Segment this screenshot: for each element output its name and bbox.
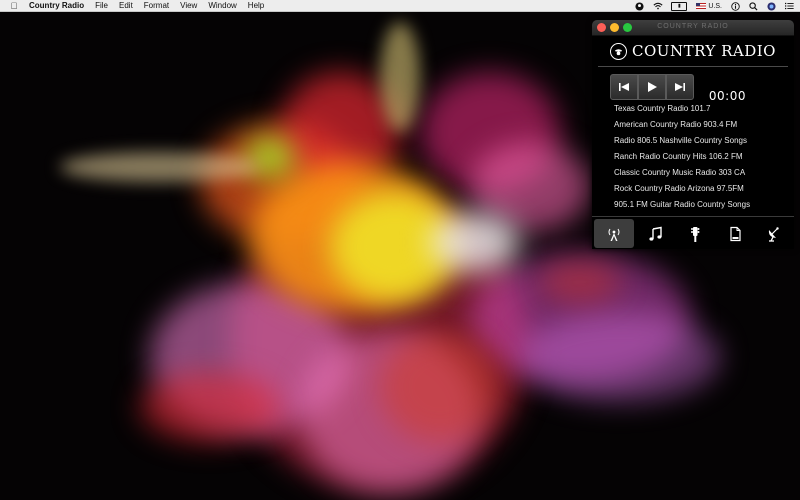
tab-guitar[interactable]	[675, 217, 715, 249]
station-item[interactable]: American Country Radio 903.4 FM	[592, 117, 794, 133]
guitar-headstock-icon	[690, 226, 700, 242]
station-item[interactable]: Texas Country Radio 101.7	[592, 101, 794, 117]
station-item[interactable]: Ranch Radio Country Hits 106.2 FM	[592, 149, 794, 165]
play-icon	[648, 82, 657, 92]
menu-file[interactable]: File	[95, 1, 108, 10]
previous-button[interactable]	[610, 74, 638, 100]
station-item[interactable]: Radio 806.5 Nashville Country Songs	[592, 133, 794, 149]
flag-icon	[696, 2, 707, 9]
apple-icon[interactable]: 	[8, 1, 20, 11]
tab-music[interactable]	[636, 217, 676, 249]
cowboy-logo-icon	[610, 42, 628, 60]
tab-bar	[592, 216, 794, 249]
menu-app-name[interactable]: Country Radio	[29, 1, 84, 10]
input-source-label: U.S.	[708, 2, 722, 10]
siri-icon[interactable]	[767, 1, 776, 11]
play-button[interactable]	[638, 74, 666, 100]
station-item[interactable]: Rock Country Radio Arizona 97.5FM	[592, 181, 794, 197]
satellite-dish-icon	[769, 226, 779, 242]
player-controls: 00:00	[592, 67, 794, 103]
menu-view[interactable]: View	[180, 1, 197, 10]
menu-list-icon[interactable]	[785, 2, 794, 11]
input-source[interactable]: U.S.	[696, 3, 722, 10]
music-note-icon	[649, 226, 663, 241]
menu-bar:  Country Radio File Edit Format View Wi…	[0, 0, 800, 12]
document-icon	[729, 226, 741, 241]
next-button[interactable]	[666, 74, 694, 100]
previous-icon	[619, 83, 629, 91]
next-icon	[675, 83, 685, 91]
battery-icon[interactable]: ▮	[671, 1, 688, 11]
station-list: Texas Country Radio 101.7 American Count…	[592, 101, 794, 213]
window-titlebar[interactable]: COUNTRY RADIO	[592, 20, 794, 36]
tab-document[interactable]	[715, 217, 755, 249]
info-icon[interactable]	[731, 1, 740, 11]
search-icon[interactable]	[749, 1, 758, 11]
brand-title: COUNTRY RADIO	[632, 42, 776, 60]
menu-edit[interactable]: Edit	[119, 1, 133, 10]
menu-help[interactable]: Help	[248, 1, 264, 10]
radio-antenna-icon	[608, 228, 620, 241]
station-item[interactable]: 905.1 FM Guitar Radio Country Songs	[592, 197, 794, 213]
menu-extras: ▮ U.S.	[635, 0, 794, 12]
radio-status-icon[interactable]	[635, 1, 644, 11]
tab-satellite[interactable]	[754, 217, 794, 249]
window-title: COUNTRY RADIO	[657, 23, 729, 30]
wifi-icon[interactable]	[653, 2, 663, 11]
menu-window[interactable]: Window	[208, 1, 236, 10]
country-radio-window: COUNTRY RADIO COUNTRY RADIO 00:00 Texas …	[592, 20, 794, 249]
station-item[interactable]: Classic Country Music Radio 303 CA	[592, 165, 794, 181]
tab-radio[interactable]	[594, 219, 634, 248]
menu-format[interactable]: Format	[144, 1, 169, 10]
brand-header: COUNTRY RADIO	[598, 36, 788, 67]
